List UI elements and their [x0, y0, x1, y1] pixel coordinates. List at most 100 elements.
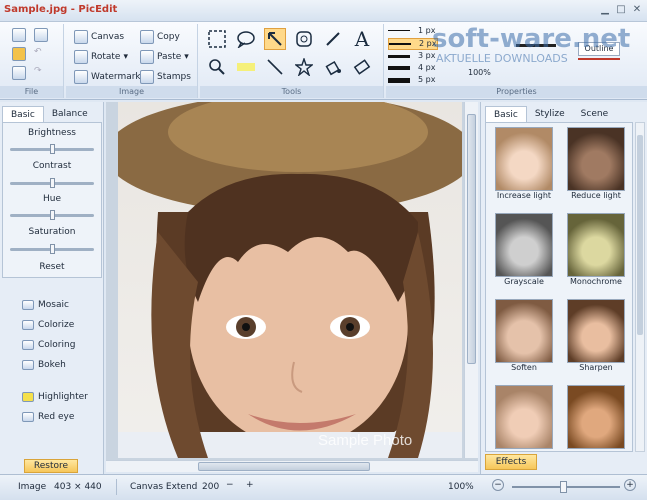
contrast-slider[interactable] [10, 178, 94, 188]
copy-icon [140, 30, 154, 44]
tab-basic-effects[interactable]: Basic [485, 106, 527, 122]
red-eye-label: Red eye [38, 412, 75, 422]
tools-group: A Tools [200, 24, 384, 98]
maximize-button[interactable]: □ [614, 4, 628, 16]
arrow-tool[interactable] [264, 28, 286, 50]
mosaic-item[interactable]: Mosaic [22, 300, 69, 310]
restore-button[interactable]: Restore [24, 459, 78, 473]
effect-item[interactable] [562, 385, 630, 449]
effect-reduce-light[interactable]: Reduce light [562, 127, 630, 200]
effect-soften[interactable]: Soften [490, 299, 558, 372]
line-width-list[interactable]: 1 px 2 px 3 px 4 px 5 px [388, 26, 438, 86]
tab-stylize[interactable]: Stylize [527, 106, 573, 122]
slider-thumb[interactable] [49, 244, 55, 254]
zoom-slider[interactable] [512, 481, 620, 493]
paste-label: Paste [157, 52, 182, 62]
bokeh-item[interactable]: Bokeh [22, 360, 66, 370]
paste-icon [140, 50, 154, 64]
rotate-icon [74, 50, 88, 64]
eraser-tool[interactable] [351, 56, 373, 78]
reset-button[interactable]: Reset [0, 262, 104, 272]
extend-plus-button[interactable]: + [246, 480, 254, 490]
highlighter-tool[interactable] [235, 56, 257, 78]
effect-thumbnail [495, 127, 553, 191]
eraser-icon [353, 59, 371, 75]
vertical-scrollbar[interactable] [464, 102, 478, 458]
copy-button[interactable]: Copy [140, 30, 180, 44]
width-label: 5 px [418, 75, 436, 84]
effects-scrollbar[interactable] [635, 122, 645, 452]
scroll-thumb[interactable] [198, 462, 370, 471]
effect-sharpen[interactable]: Sharpen [562, 299, 630, 372]
effect-label: Sharpen [579, 363, 613, 372]
lasso-tool[interactable] [235, 28, 257, 50]
pencil-tool[interactable] [322, 28, 344, 50]
zoom-value: 100% [448, 482, 474, 492]
slider-thumb[interactable] [49, 210, 55, 220]
image-size-label: Image [18, 482, 47, 492]
undo-icon[interactable]: ↶ [34, 47, 48, 61]
slider-thumb[interactable] [49, 144, 55, 154]
coloring-item[interactable]: Coloring [22, 340, 75, 350]
effect-increase-light[interactable]: Increase light [490, 127, 558, 200]
chevron-down-icon: ▾ [123, 52, 128, 62]
tab-basic[interactable]: Basic [2, 106, 44, 122]
width-option-selected[interactable]: 2 px [388, 38, 438, 50]
redo-icon[interactable]: ↷ [34, 66, 48, 80]
width-option[interactable]: 4 px [388, 63, 438, 74]
width-option[interactable]: 5 px [388, 75, 438, 86]
tab-balance[interactable]: Balance [44, 106, 96, 122]
right-panel: Basic Stylize Scene Increase light Reduc… [480, 102, 647, 474]
copy-label: Copy [157, 32, 180, 42]
mosaic-label: Mosaic [38, 300, 69, 310]
close-button[interactable]: ✕ [630, 4, 644, 16]
magnifier-icon [209, 59, 225, 75]
colorize-item[interactable]: Colorize [22, 320, 74, 330]
paste-button[interactable]: Paste ▾ [140, 50, 189, 64]
zoom-out-button[interactable]: − [492, 479, 504, 491]
minimize-button[interactable]: ▁ [598, 4, 612, 16]
rect-select-tool[interactable] [206, 28, 228, 50]
new-icon[interactable] [12, 28, 26, 42]
highlighter-item[interactable]: Highlighter [22, 392, 88, 402]
photo-canvas[interactable]: Sample Photo [118, 102, 462, 458]
frame-icon [296, 31, 312, 47]
stamps-button[interactable]: Stamps [140, 70, 191, 84]
effect-grayscale[interactable]: Grayscale [490, 213, 558, 286]
file-group: ↶ ↷ File [0, 24, 64, 98]
scroll-thumb[interactable] [467, 114, 476, 364]
tab-scene[interactable]: Scene [573, 106, 616, 122]
save-icon[interactable] [34, 28, 48, 42]
extend-minus-button[interactable]: − [226, 480, 234, 490]
width-option[interactable]: 1 px [388, 26, 438, 37]
effect-monochrome[interactable]: Monochrome [562, 213, 630, 286]
pencil-icon [326, 32, 340, 46]
red-eye-item[interactable]: Red eye [22, 412, 74, 422]
width-option[interactable]: 3 px [388, 51, 438, 62]
print-icon[interactable] [12, 66, 26, 80]
shape-tool[interactable] [293, 56, 315, 78]
scroll-thumb[interactable] [637, 135, 643, 335]
window-title: Sample.jpg - PicEdit [4, 4, 118, 15]
text-tool[interactable]: A [351, 27, 373, 51]
line-tool[interactable] [264, 56, 286, 78]
canvas-button[interactable]: Canvas [74, 30, 124, 44]
brightness-slider[interactable] [10, 144, 94, 154]
effect-item[interactable] [490, 385, 558, 449]
rect-select-icon [208, 30, 226, 48]
fill-tool[interactable] [322, 56, 344, 78]
canvas-icon [74, 30, 88, 44]
hue-slider[interactable] [10, 210, 94, 220]
horizontal-scrollbar[interactable] [106, 460, 478, 472]
frame-tool[interactable] [293, 28, 315, 50]
tools-group-label: Tools [200, 86, 383, 98]
rotate-button[interactable]: Rotate ▾ [74, 50, 128, 64]
zoom-slider-thumb[interactable] [560, 481, 567, 493]
open-icon[interactable] [12, 47, 26, 61]
watermark-button[interactable]: Watermark [74, 70, 141, 84]
slider-thumb[interactable] [49, 178, 55, 188]
zoom-in-button[interactable]: + [624, 479, 636, 491]
effects-button[interactable]: Effects [485, 454, 537, 470]
saturation-slider[interactable] [10, 244, 94, 254]
zoom-tool[interactable] [206, 56, 228, 78]
